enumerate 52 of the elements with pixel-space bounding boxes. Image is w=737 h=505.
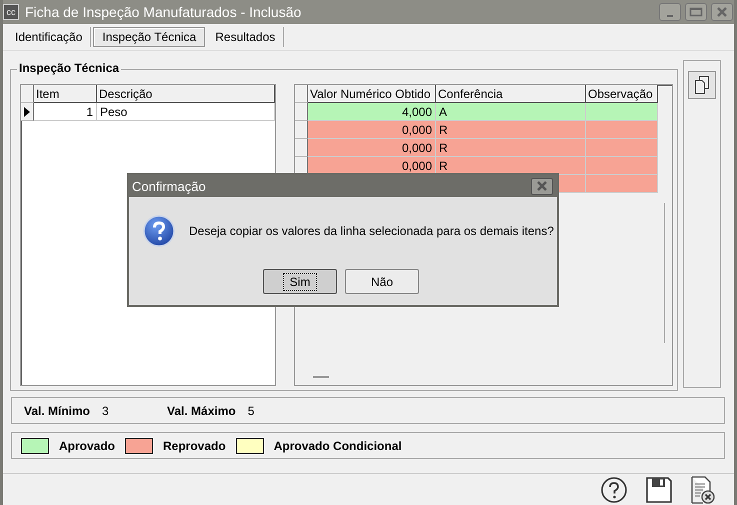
dialog-button[interactable]: Não: [345, 269, 419, 294]
maximize-button[interactable]: [685, 3, 707, 21]
table-cell: 0,000: [402, 123, 432, 137]
close-button[interactable]: [531, 178, 553, 194]
minimize-icon: [667, 14, 673, 16]
table-cell: R: [439, 123, 448, 137]
dialog-button[interactable]: Sim: [263, 269, 337, 294]
table-cell: 1: [34, 103, 97, 121]
table-cell: R: [439, 141, 448, 155]
save-button[interactable]: [646, 476, 672, 502]
table-cell: 4,000: [402, 105, 432, 119]
table-cell: Peso: [97, 103, 275, 121]
column-header: Observação: [586, 85, 658, 103]
tab[interactable]: Resultados: [207, 27, 284, 47]
legend-label: Aprovado: [59, 438, 116, 452]
legend-label: Reprovado: [163, 438, 226, 452]
close-button[interactable]: [711, 3, 733, 21]
tab[interactable]: Identificação: [7, 27, 92, 47]
row-indicator[interactable]: [21, 103, 34, 121]
cancel-document-icon[interactable]: [690, 476, 716, 504]
dialog-message: Deseja copiar os valores da linha selecionada para os demais itens?: [189, 224, 554, 238]
close-icon: [535, 181, 549, 191]
maximize-icon: [689, 7, 703, 17]
minimize-button[interactable]: [659, 3, 681, 21]
copy-button[interactable]: [688, 71, 716, 99]
dialog-title: Confirmação: [132, 178, 206, 194]
table-cell: R: [439, 159, 448, 173]
field-value: 5: [248, 404, 256, 418]
legend-label: Aprovado Condicional: [274, 438, 402, 452]
table-cell: A: [439, 105, 448, 119]
help-button[interactable]: [600, 476, 628, 504]
table-row[interactable]: 0,000 R: [308, 121, 658, 139]
column-header: Conferência: [436, 85, 586, 103]
table-row[interactable]: 0,000 R: [308, 157, 658, 175]
table-row[interactable]: 4,000 A: [308, 103, 658, 121]
tab[interactable]: Inspeção Técnica: [93, 27, 206, 47]
column-header: Descrição: [97, 85, 275, 103]
window-title: Ficha de Inspeção Manufaturados - Inclusão: [25, 4, 302, 20]
question-icon: [143, 215, 175, 247]
table-row[interactable]: 0,000 R: [308, 139, 658, 157]
header-corner: [21, 85, 34, 103]
field-label: Val. Máximo: [167, 404, 236, 418]
table-cell: 0,000: [402, 159, 432, 173]
field-label: Val. Mínimo: [24, 404, 90, 418]
field-value: 3: [102, 404, 110, 418]
close-icon: [715, 7, 729, 17]
column-header: Valor Numérico Obtido: [308, 85, 436, 103]
column-header: Item: [34, 85, 97, 103]
group-title: Inspeção Técnica: [17, 61, 122, 75]
copy-icon: [694, 76, 710, 94]
table-cell: 0,000: [402, 141, 432, 155]
app-icon: cc: [3, 4, 19, 20]
